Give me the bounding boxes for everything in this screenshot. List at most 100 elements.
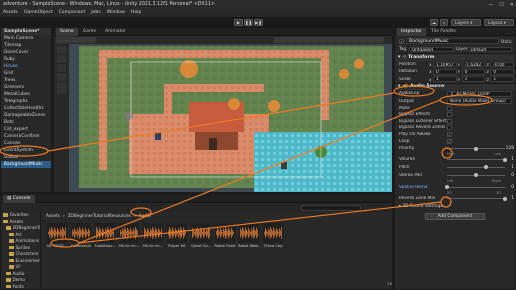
breadcrumb-audio[interactable]: Audio <box>139 214 151 219</box>
toggle-checkbox[interactable] <box>447 118 452 124</box>
asset-tile[interactable]: Collectable <box>70 223 92 253</box>
transform-y-field[interactable]: -1.6282 <box>461 61 486 68</box>
project-search-input[interactable] <box>301 205 361 211</box>
stereo-pan-value[interactable]: 0 <box>505 173 515 178</box>
scene-tools-right[interactable] <box>274 37 384 43</box>
pitch-value[interactable]: 1 <box>505 165 515 170</box>
transform-z-field[interactable]: -0.00 <box>490 61 515 68</box>
pause-button[interactable]: ❚❚ <box>244 18 253 26</box>
stereo-pan-slider-knob[interactable] <box>474 173 478 178</box>
priority-slider-knob[interactable] <box>474 146 478 151</box>
object-name-field[interactable]: BackgroundMusic <box>406 38 499 44</box>
menu-jobs[interactable]: Jobs <box>91 9 100 17</box>
add-component-button[interactable]: Add Component <box>425 213 485 221</box>
menu-window[interactable]: Window <box>107 9 125 17</box>
hierarchy-item[interactable]: Global <box>1 154 51 161</box>
volume-slider[interactable] <box>447 157 507 162</box>
search-button[interactable]: ⌕ <box>440 18 448 26</box>
asset-tile[interactable]: Throw Cog <box>262 223 284 253</box>
hierarchy-item[interactable]: CameraConfiner <box>1 133 51 140</box>
asset-tile[interactable]: Hit for en... <box>118 223 140 253</box>
rect-tool-icon[interactable] <box>57 82 66 91</box>
static-label[interactable]: Static <box>501 39 515 44</box>
hierarchy-item[interactable]: Ruby <box>1 56 51 63</box>
spatial-blend-value[interactable]: 0 <box>505 185 515 190</box>
scene-tools-left[interactable] <box>56 37 96 43</box>
asset-tile[interactable]: Robot Fixed <box>214 223 236 253</box>
transform-y-field[interactable]: 0 <box>461 68 486 75</box>
transform-z-field[interactable]: 1 <box>490 76 515 82</box>
tab-tile-palette[interactable]: Tile Palette <box>427 28 460 36</box>
project-tree-item[interactable]: Fonts <box>2 284 40 290</box>
active-checkbox[interactable]: ✓ <box>399 38 404 44</box>
asset-tile[interactable]: Hit for en... <box>142 223 164 253</box>
asset-tile[interactable]: Robot Walk... <box>238 223 260 253</box>
hierarchy-item[interactable]: Canvas <box>1 140 51 147</box>
spatial-blend-slider[interactable] <box>445 185 505 190</box>
pitch-slider-knob[interactable] <box>483 165 488 170</box>
hierarchy-item[interactable]: BackgroundMusic <box>1 161 51 168</box>
transform-x-field[interactable]: 1.10957 <box>433 61 457 68</box>
step-button[interactable]: ▶❚ <box>254 18 263 26</box>
tab-animator[interactable]: Animator <box>101 28 130 36</box>
toggle-checkbox[interactable] <box>447 125 452 131</box>
transform-header[interactable]: ▾ ⊹ Transform <box>395 53 515 61</box>
toggle-checkbox[interactable] <box>447 112 452 118</box>
scene-canvas[interactable] <box>69 44 393 193</box>
move-tool-icon[interactable] <box>57 55 66 64</box>
cloud-button[interactable]: ☁ <box>430 18 438 26</box>
hierarchy-item[interactable]: DamageableZones <box>1 112 51 119</box>
sound-settings-foldout[interactable]: ▸ 3D Sound Settings <box>395 202 515 210</box>
audio-source-header[interactable]: ▾ ◀) Audio Source <box>395 82 515 91</box>
stereo-pan-slider[interactable] <box>447 173 505 178</box>
reverb-zone-slider-knob[interactable] <box>503 196 507 201</box>
tab-scene[interactable]: Scene <box>56 28 78 36</box>
hierarchy-item[interactable]: MetalCubes <box>1 91 51 98</box>
layer-dropdown[interactable]: Default <box>467 46 512 53</box>
breadcrumb-assets[interactable]: Assets <box>46 214 60 219</box>
toggle-checkbox[interactable]: ✓ <box>447 138 452 144</box>
breadcrumb-resources[interactable]: 2DBeginnerTutorialResources <box>68 214 131 219</box>
asset-tile[interactable]: Footsteps... <box>94 223 116 253</box>
minimize-icon[interactable]: — <box>488 2 493 8</box>
tab-console[interactable]: ▤ Console <box>3 195 35 203</box>
scale-tool-icon[interactable] <box>57 73 66 82</box>
layout-dropdown[interactable]: Layout ▾ <box>484 18 514 26</box>
audioclip-field[interactable]: ♫ 3D MUSIC LOOP <box>447 91 512 97</box>
volume-slider-knob[interactable] <box>503 157 507 162</box>
tag-dropdown[interactable]: Untagged <box>409 46 454 53</box>
tab-game[interactable]: Game <box>79 28 100 36</box>
transform-x-field[interactable]: 0 <box>433 68 457 75</box>
scene-header[interactable]: SampleScene* <box>1 28 51 35</box>
pitch-slider[interactable] <box>447 165 505 170</box>
hierarchy-item[interactable]: Telegraphs <box>1 98 51 105</box>
transform-x-field[interactable]: 1 <box>433 76 457 82</box>
asset-tile[interactable]: Quest Co... <box>190 223 212 253</box>
toggle-checkbox[interactable]: ✓ <box>447 131 452 137</box>
hierarchy-item[interactable]: Cat_expert <box>1 126 51 133</box>
hierarchy-item[interactable]: EventSystem <box>1 147 51 154</box>
hierarchy-item[interactable]: CollectibleHealths <box>1 105 51 112</box>
close-icon[interactable]: ✕ <box>510 2 514 8</box>
reverb-zone-slider[interactable] <box>447 196 507 201</box>
hierarchy-item[interactable]: Trees <box>1 77 51 84</box>
hand-tool-icon[interactable] <box>57 46 66 55</box>
hierarchy-item[interactable]: Bots <box>1 119 51 126</box>
priority-value[interactable]: 128 <box>505 146 515 151</box>
play-button[interactable]: ▶ <box>234 18 243 26</box>
hierarchy-item[interactable]: Greeners <box>1 84 51 91</box>
tab-inspector[interactable]: Inspector <box>397 28 426 36</box>
maximize-icon[interactable]: ☐ <box>499 2 503 8</box>
rotate-tool-icon[interactable] <box>57 64 66 73</box>
output-field[interactable]: None (Audio Mixer Group) <box>447 98 512 104</box>
menu-component[interactable]: Component <box>59 9 86 17</box>
menu-assets[interactable]: Assets <box>3 9 18 17</box>
hierarchy-item[interactable]: Tilemap <box>1 42 51 49</box>
asset-tile[interactable]: 3D MUSIC... <box>46 223 68 253</box>
hierarchy-item[interactable]: House <box>1 63 51 70</box>
toggle-checkbox[interactable] <box>447 105 452 111</box>
spatial-blend-slider-knob[interactable] <box>445 185 449 190</box>
transform-z-field[interactable]: 0 <box>490 68 515 75</box>
hierarchy-item[interactable]: DoenCover <box>1 49 51 56</box>
asset-tile[interactable]: Player Hit <box>166 223 188 253</box>
